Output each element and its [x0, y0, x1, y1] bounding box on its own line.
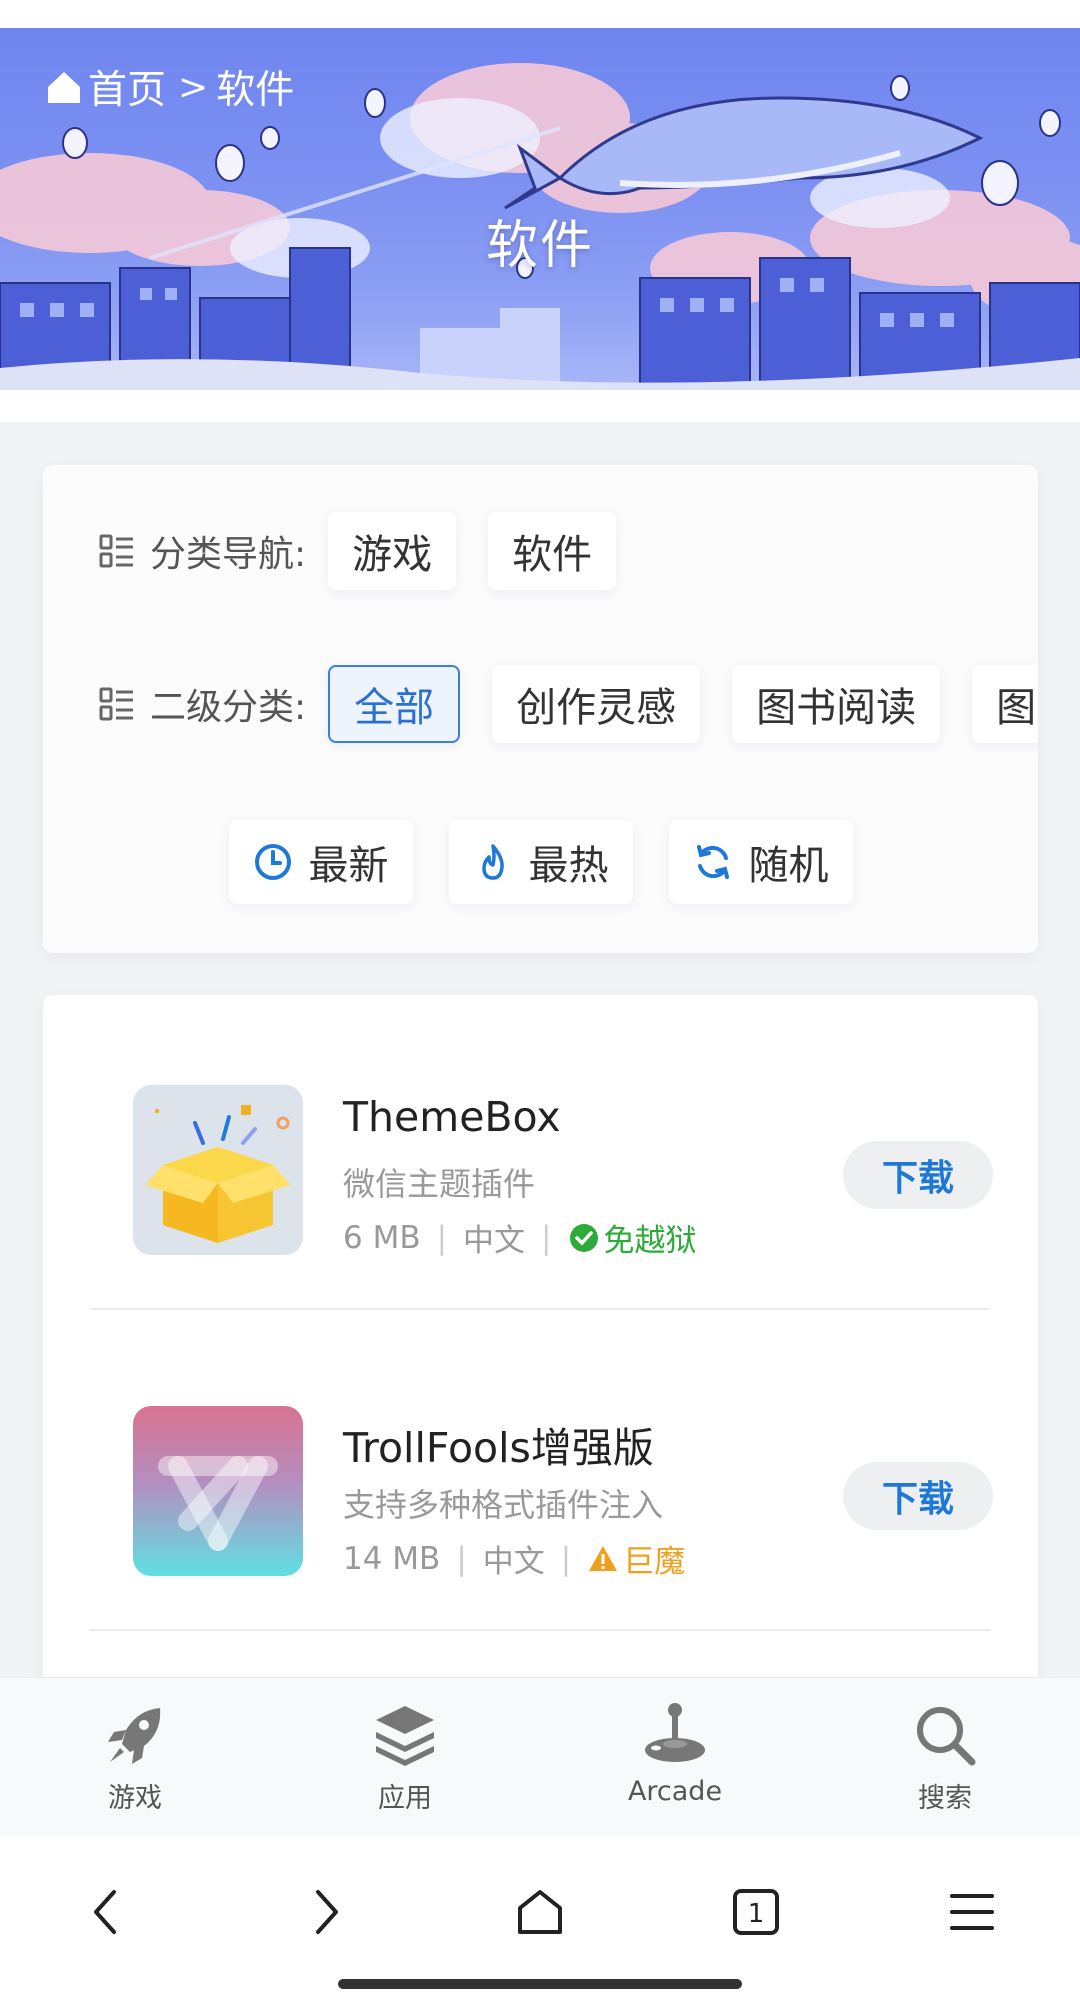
tab-arcade[interactable]: Arcade — [590, 1700, 760, 1807]
rocket-icon — [108, 1708, 161, 1764]
breadcrumb: 首页 > 软件 — [44, 59, 295, 115]
meta-separator: | — [541, 1219, 552, 1256]
page-title: 软件 — [485, 216, 594, 276]
app-name: ThemeBox — [343, 1093, 561, 1141]
layers-icon — [376, 1706, 434, 1766]
sort-latest-label: 最新 — [308, 843, 389, 889]
banner-bottom-spacer — [0, 390, 1080, 422]
search-icon — [917, 1707, 976, 1766]
subcategory-chip-inspiration[interactable]: 创作灵感 — [492, 665, 701, 743]
list-item[interactable]: TrollFools增强版 支持多种格式插件注入 14 MB | 中文 | 巨魔… — [133, 1406, 993, 1580]
breadcrumb-home-link[interactable]: 首页 — [88, 59, 166, 115]
tab-arcade-label: Arcade — [627, 1776, 723, 1807]
sort-latest-button[interactable]: 最新 — [228, 820, 413, 904]
tab-search-label: 搜索 — [918, 1783, 972, 1814]
status-badge: 巨魔 — [587, 1536, 685, 1581]
tabs-icon: 1 — [733, 1889, 779, 1935]
download-button[interactable]: 下载 — [843, 1141, 993, 1209]
forward-button[interactable] — [289, 1877, 359, 1947]
app-name: TrollFools增强版 — [343, 1424, 654, 1472]
home-indicator — [338, 1979, 742, 1989]
list-divider — [90, 1308, 990, 1310]
check-circle-icon — [569, 1223, 598, 1252]
breadcrumb-current: 软件 — [216, 68, 295, 113]
back-icon — [94, 1890, 116, 1934]
tab-apps[interactable]: 应用 — [320, 1700, 490, 1815]
app-meta: 14 MB | 中文 | 巨魔 — [343, 1536, 685, 1581]
refresh-icon — [696, 845, 729, 879]
back-button[interactable] — [73, 1877, 143, 1947]
sort-random-label: 随机 — [748, 843, 829, 889]
app-icon-themebox — [133, 1085, 303, 1255]
download-button[interactable]: 下载 — [843, 1462, 993, 1530]
app-size: 6 MB — [343, 1219, 421, 1256]
sort-hottest-label: 最热 — [528, 843, 609, 889]
subcategory-chip-more[interactable]: 图 — [972, 665, 1038, 743]
meta-separator: | — [436, 1219, 448, 1256]
sort-row: 最新 最热 随机 — [43, 820, 1038, 904]
category-row: 分类导航: 游戏 软件 — [98, 512, 648, 590]
status-badge: 免越狱 — [568, 1215, 697, 1260]
forward-icon — [316, 1890, 338, 1934]
category-label: 分类导航: — [150, 534, 307, 575]
app-language: 中文 — [463, 1223, 526, 1259]
tab-games-label: 游戏 — [108, 1783, 162, 1814]
flame-icon — [481, 844, 504, 880]
list-item[interactable]: ThemeBox 微信主题插件 6 MB | 中文 | 免越狱 下载 — [133, 1085, 993, 1259]
sort-hottest-button[interactable]: 最热 — [448, 820, 633, 904]
home-icon[interactable] — [44, 67, 84, 107]
home-button[interactable] — [505, 1877, 575, 1947]
status-badge-label: 巨魔 — [623, 1544, 686, 1580]
home-icon — [518, 1890, 562, 1934]
tabs-button[interactable]: 1 — [721, 1877, 791, 1947]
category-chip-software[interactable]: 软件 — [488, 512, 617, 590]
list-icon — [99, 534, 133, 568]
meta-separator: | — [560, 1540, 572, 1577]
browser-toolbar: 1 — [0, 1837, 1080, 2006]
banner: 首页 > 软件 软件 — [0, 28, 1080, 390]
menu-icon — [950, 1894, 994, 1930]
list-icon — [99, 687, 133, 721]
tab-apps-label: 应用 — [378, 1783, 432, 1814]
status-badge-label: 免越狱 — [603, 1223, 697, 1259]
list-divider — [90, 1629, 990, 1631]
subcategory-row: 二级分类: 全部 创作灵感 图书阅读 图 — [98, 665, 1038, 743]
status-strip — [0, 0, 1080, 28]
tab-games[interactable]: 游戏 — [50, 1700, 220, 1815]
subcategory-chip-reading[interactable]: 图书阅读 — [732, 665, 941, 743]
bottom-tab-bar: 游戏 应用 Arcade 搜索 — [0, 1677, 1080, 1837]
warning-icon — [589, 1545, 618, 1571]
app-meta: 6 MB | 中文 | 免越狱 — [343, 1215, 697, 1260]
filter-panel: 分类导航: 游戏 软件 二级分类: 全部 创作灵感 图书阅读 图 最新 最热 随… — [43, 465, 1038, 953]
app-description: 支持多种格式插件注入 — [343, 1486, 664, 1524]
app-description: 微信主题插件 — [343, 1165, 536, 1203]
subcategory-chip-all[interactable]: 全部 — [328, 665, 461, 743]
app-language: 中文 — [482, 1544, 545, 1580]
app-size: 14 MB — [343, 1540, 441, 1577]
tab-search[interactable]: 搜索 — [860, 1700, 1030, 1815]
tab-count: 1 — [748, 1899, 765, 1929]
sort-random-button[interactable]: 随机 — [668, 820, 853, 904]
subcategory-label: 二级分类: — [150, 687, 307, 728]
app-icon-trollfools — [133, 1406, 303, 1576]
breadcrumb-separator: > — [178, 66, 209, 108]
menu-button[interactable] — [937, 1877, 1007, 1947]
category-chip-games[interactable]: 游戏 — [328, 512, 457, 590]
clock-icon — [254, 844, 291, 880]
joystick-icon — [645, 1703, 705, 1762]
meta-separator: | — [456, 1540, 467, 1577]
